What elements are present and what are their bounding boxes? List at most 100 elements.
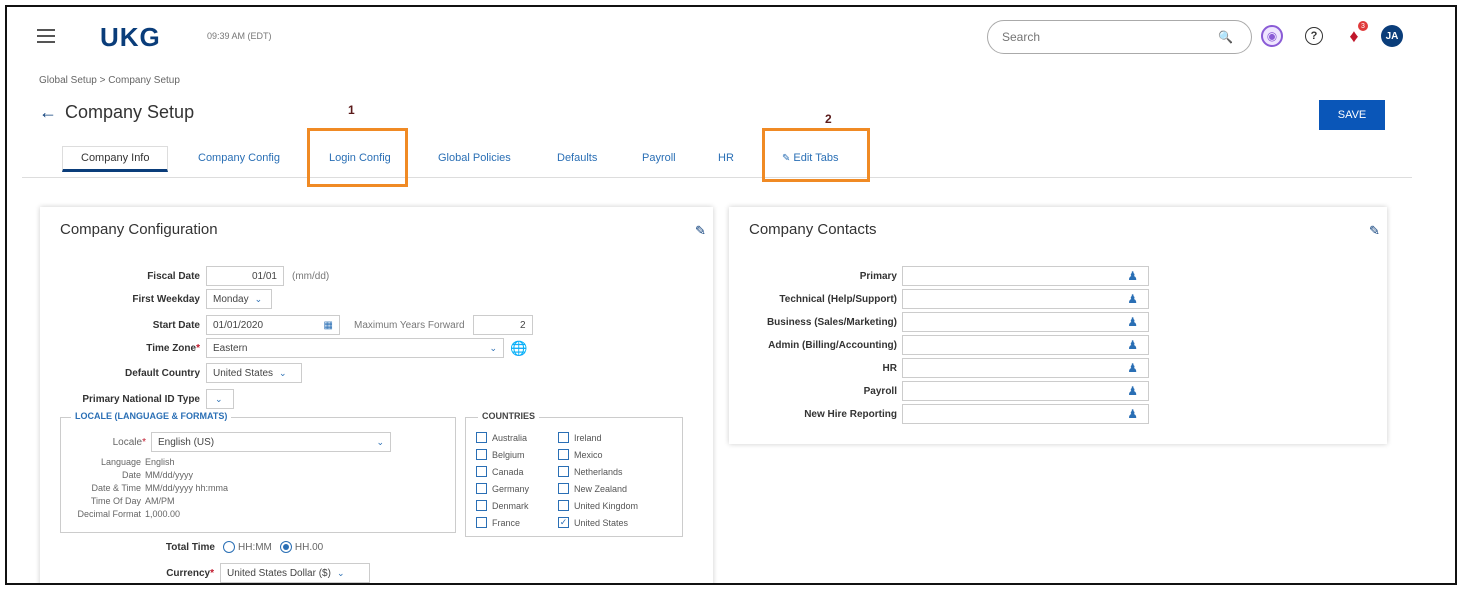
radio-hh00[interactable] xyxy=(279,541,292,553)
select-value: United States xyxy=(213,367,274,379)
currency-row: Currency* United States Dollar ($) ⌄ xyxy=(40,563,370,583)
contact-row-primary: Primary ♟ xyxy=(729,266,1387,288)
user-lookup-icon[interactable]: ♟ xyxy=(1127,407,1138,421)
contact-input[interactable]: ♟ xyxy=(902,312,1149,332)
contact-row-technical: Technical (Help/Support) ♟ xyxy=(729,289,1387,311)
tab-hr[interactable]: HR xyxy=(718,152,734,164)
chevron-down-icon: ⌄ xyxy=(254,293,263,304)
time-zone-select[interactable]: Eastern ⌄ xyxy=(206,338,504,358)
checkbox[interactable] xyxy=(476,483,487,494)
time-zone-row: Time Zone* Eastern ⌄ 🌐 xyxy=(40,338,527,358)
first-weekday-row: First Weekday Monday ⌄ xyxy=(40,289,272,309)
country-checkbox[interactable]: Germany xyxy=(476,483,529,494)
country-label: Germany xyxy=(492,483,530,494)
label-text: Currency xyxy=(166,567,211,579)
contact-input[interactable]: ♟ xyxy=(902,404,1149,424)
checkbox[interactable] xyxy=(558,500,569,511)
contact-input[interactable]: ♟ xyxy=(902,289,1149,309)
country-checkbox[interactable]: New Zealand xyxy=(558,483,627,494)
tab-company-info[interactable]: Company Info xyxy=(62,146,169,172)
checkbox[interactable] xyxy=(558,483,569,494)
checkbox[interactable] xyxy=(558,466,569,477)
user-lookup-icon[interactable]: ♟ xyxy=(1127,315,1138,329)
edit-pencil-icon[interactable]: ✎ xyxy=(1369,223,1380,239)
first-weekday-select[interactable]: Monday ⌄ xyxy=(206,289,272,309)
user-avatar[interactable]: JA xyxy=(1381,25,1403,47)
user-lookup-icon[interactable]: ♟ xyxy=(1127,269,1138,283)
country-checkbox[interactable]: Mexico xyxy=(558,449,603,460)
contact-label: Business (Sales/Marketing) xyxy=(766,317,897,328)
chevron-down-icon: ⌄ xyxy=(336,567,345,578)
locale-info-labels: Language Date Date & Time Time Of Day De… xyxy=(61,456,141,521)
chevron-down-icon: ⌄ xyxy=(215,393,223,404)
default-country-row: Default Country United States ⌄ xyxy=(40,363,302,383)
user-lookup-icon[interactable]: ♟ xyxy=(1127,361,1138,375)
country-checkbox[interactable]: ✓ United States xyxy=(558,517,628,528)
checkbox[interactable] xyxy=(476,449,487,460)
country-checkbox[interactable]: Canada xyxy=(476,466,524,477)
menu-icon[interactable] xyxy=(37,29,55,43)
contact-row-admin: Admin (Billing/Accounting) ♟ xyxy=(729,335,1387,357)
currency-select[interactable]: United States Dollar ($) ⌄ xyxy=(220,563,370,583)
breadcrumb[interactable]: Global Setup > Company Setup xyxy=(39,75,180,86)
user-lookup-icon[interactable]: ♟ xyxy=(1127,292,1138,306)
total-time-row: Total Time HH:MM HH.00 xyxy=(40,541,323,553)
fiscal-date-input[interactable]: 01/01 xyxy=(206,266,284,286)
start-date-input[interactable]: 01/01/2020 ▦ xyxy=(206,315,340,335)
globe-icon[interactable]: 🌐 xyxy=(510,340,527,357)
edit-pencil-icon[interactable]: ✎ xyxy=(695,223,706,239)
back-arrow-icon[interactable]: ← xyxy=(39,102,57,123)
user-lookup-icon[interactable]: ♟ xyxy=(1127,338,1138,352)
country-label: New Zealand xyxy=(574,483,628,494)
checkbox[interactable] xyxy=(558,432,569,443)
chevron-down-icon: ⌄ xyxy=(489,342,497,353)
user-lookup-icon[interactable]: ♟ xyxy=(1127,384,1138,398)
locale-select[interactable]: English (US) ⌄ xyxy=(151,432,391,452)
callout-box-1 xyxy=(307,128,408,187)
radio-hhmm[interactable] xyxy=(223,541,235,553)
country-checkbox[interactable]: Australia xyxy=(476,432,527,443)
tab-payroll[interactable]: Payroll xyxy=(642,152,676,164)
checkbox-checked[interactable]: ✓ xyxy=(558,517,569,528)
contact-label: Admin (Billing/Accounting) xyxy=(768,340,897,351)
contact-row-new-hire: New Hire Reporting ♟ xyxy=(729,404,1387,426)
country-checkbox[interactable]: United Kingdom xyxy=(558,500,638,511)
countries-legend: COUNTRIES xyxy=(478,411,540,421)
tab-company-config[interactable]: Company Config xyxy=(198,152,280,164)
company-contacts-panel: Company Contacts ✎ Primary ♟ Technical (… xyxy=(729,207,1387,444)
callout-box-2 xyxy=(762,128,870,182)
country-checkbox[interactable]: Netherlands xyxy=(558,466,623,477)
country-checkbox[interactable]: Belgium xyxy=(476,449,525,460)
tab-defaults[interactable]: Defaults xyxy=(557,152,597,164)
field-label: Time Zone* xyxy=(146,342,200,354)
contact-input[interactable]: ♟ xyxy=(902,266,1149,286)
save-button[interactable]: SAVE xyxy=(1319,100,1385,130)
notification-bell-icon[interactable]: ♦ 3 xyxy=(1343,21,1368,47)
checkbox[interactable] xyxy=(476,517,487,528)
contact-label: Payroll xyxy=(863,386,897,397)
help-icon[interactable]: ? xyxy=(1305,27,1323,45)
country-checkbox[interactable]: France xyxy=(476,517,520,528)
contact-input[interactable]: ♟ xyxy=(902,381,1149,401)
search-input[interactable] xyxy=(1002,30,1202,44)
notification-badge: 3 xyxy=(1358,21,1368,31)
search-icon[interactable]: 🔍 xyxy=(1218,30,1233,44)
checkbox[interactable] xyxy=(476,466,487,477)
country-checkbox[interactable]: Ireland xyxy=(558,432,602,443)
tab-global-policies[interactable]: Global Policies xyxy=(438,152,511,164)
max-years-input[interactable]: 2 xyxy=(472,315,533,335)
default-country-select[interactable]: United States ⌄ xyxy=(206,363,302,383)
contact-label: Technical (Help/Support) xyxy=(779,294,897,305)
search-box[interactable]: 🔍 xyxy=(987,20,1252,54)
contact-input[interactable]: ♟ xyxy=(902,358,1149,378)
calendar-icon[interactable]: ▦ xyxy=(324,320,333,331)
country-checkbox[interactable]: Denmark xyxy=(476,500,529,511)
country-label: Canada xyxy=(492,466,524,477)
assistant-icon[interactable]: ◉ xyxy=(1261,25,1283,47)
contact-input[interactable]: ♟ xyxy=(902,335,1149,355)
checkbox[interactable] xyxy=(476,500,487,511)
primary-national-id-select[interactable]: ⌄ xyxy=(206,389,234,409)
locale-fieldset: LOCALE (LANGUAGE & FORMATS) Locale* Engl… xyxy=(60,411,456,533)
checkbox[interactable] xyxy=(476,432,487,443)
checkbox[interactable] xyxy=(558,449,569,460)
